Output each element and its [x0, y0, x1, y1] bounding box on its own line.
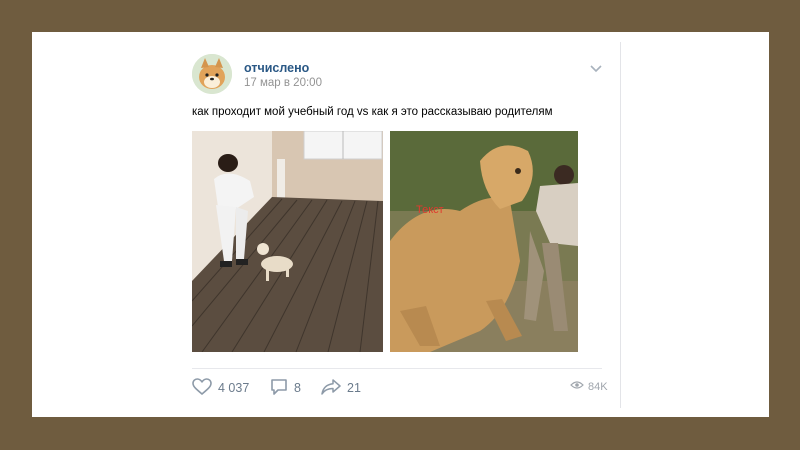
share-icon — [321, 378, 341, 399]
author-name[interactable]: отчислено — [244, 61, 309, 75]
image-caption: Текст — [416, 204, 444, 216]
share-count: 21 — [347, 381, 361, 395]
post-card: отчислено 17 мар в 20:00 как проходит мо… — [32, 32, 769, 417]
column-divider — [620, 42, 621, 408]
comment-icon — [270, 378, 288, 399]
like-button[interactable]: 4 037 — [192, 377, 250, 399]
eye-icon — [570, 380, 584, 393]
post-text: как проходит мой учебный год vs как я эт… — [192, 106, 553, 118]
actions-divider — [192, 368, 602, 369]
like-count: 4 037 — [218, 381, 250, 395]
comment-count: 8 — [294, 381, 301, 395]
views-count: 84K — [588, 380, 608, 393]
views-counter: 84K — [570, 380, 608, 393]
chevron-down-icon[interactable] — [588, 60, 604, 76]
heart-icon — [192, 377, 212, 399]
shiba-avatar-image — [192, 54, 232, 94]
share-button[interactable]: 21 — [321, 378, 361, 398]
post-photo-left[interactable] — [192, 131, 383, 352]
comment-button[interactable]: 8 — [270, 378, 301, 398]
avatar[interactable] — [192, 54, 232, 94]
post-photo-right[interactable]: Текст — [390, 131, 578, 352]
post-date[interactable]: 17 мар в 20:00 — [244, 77, 322, 89]
